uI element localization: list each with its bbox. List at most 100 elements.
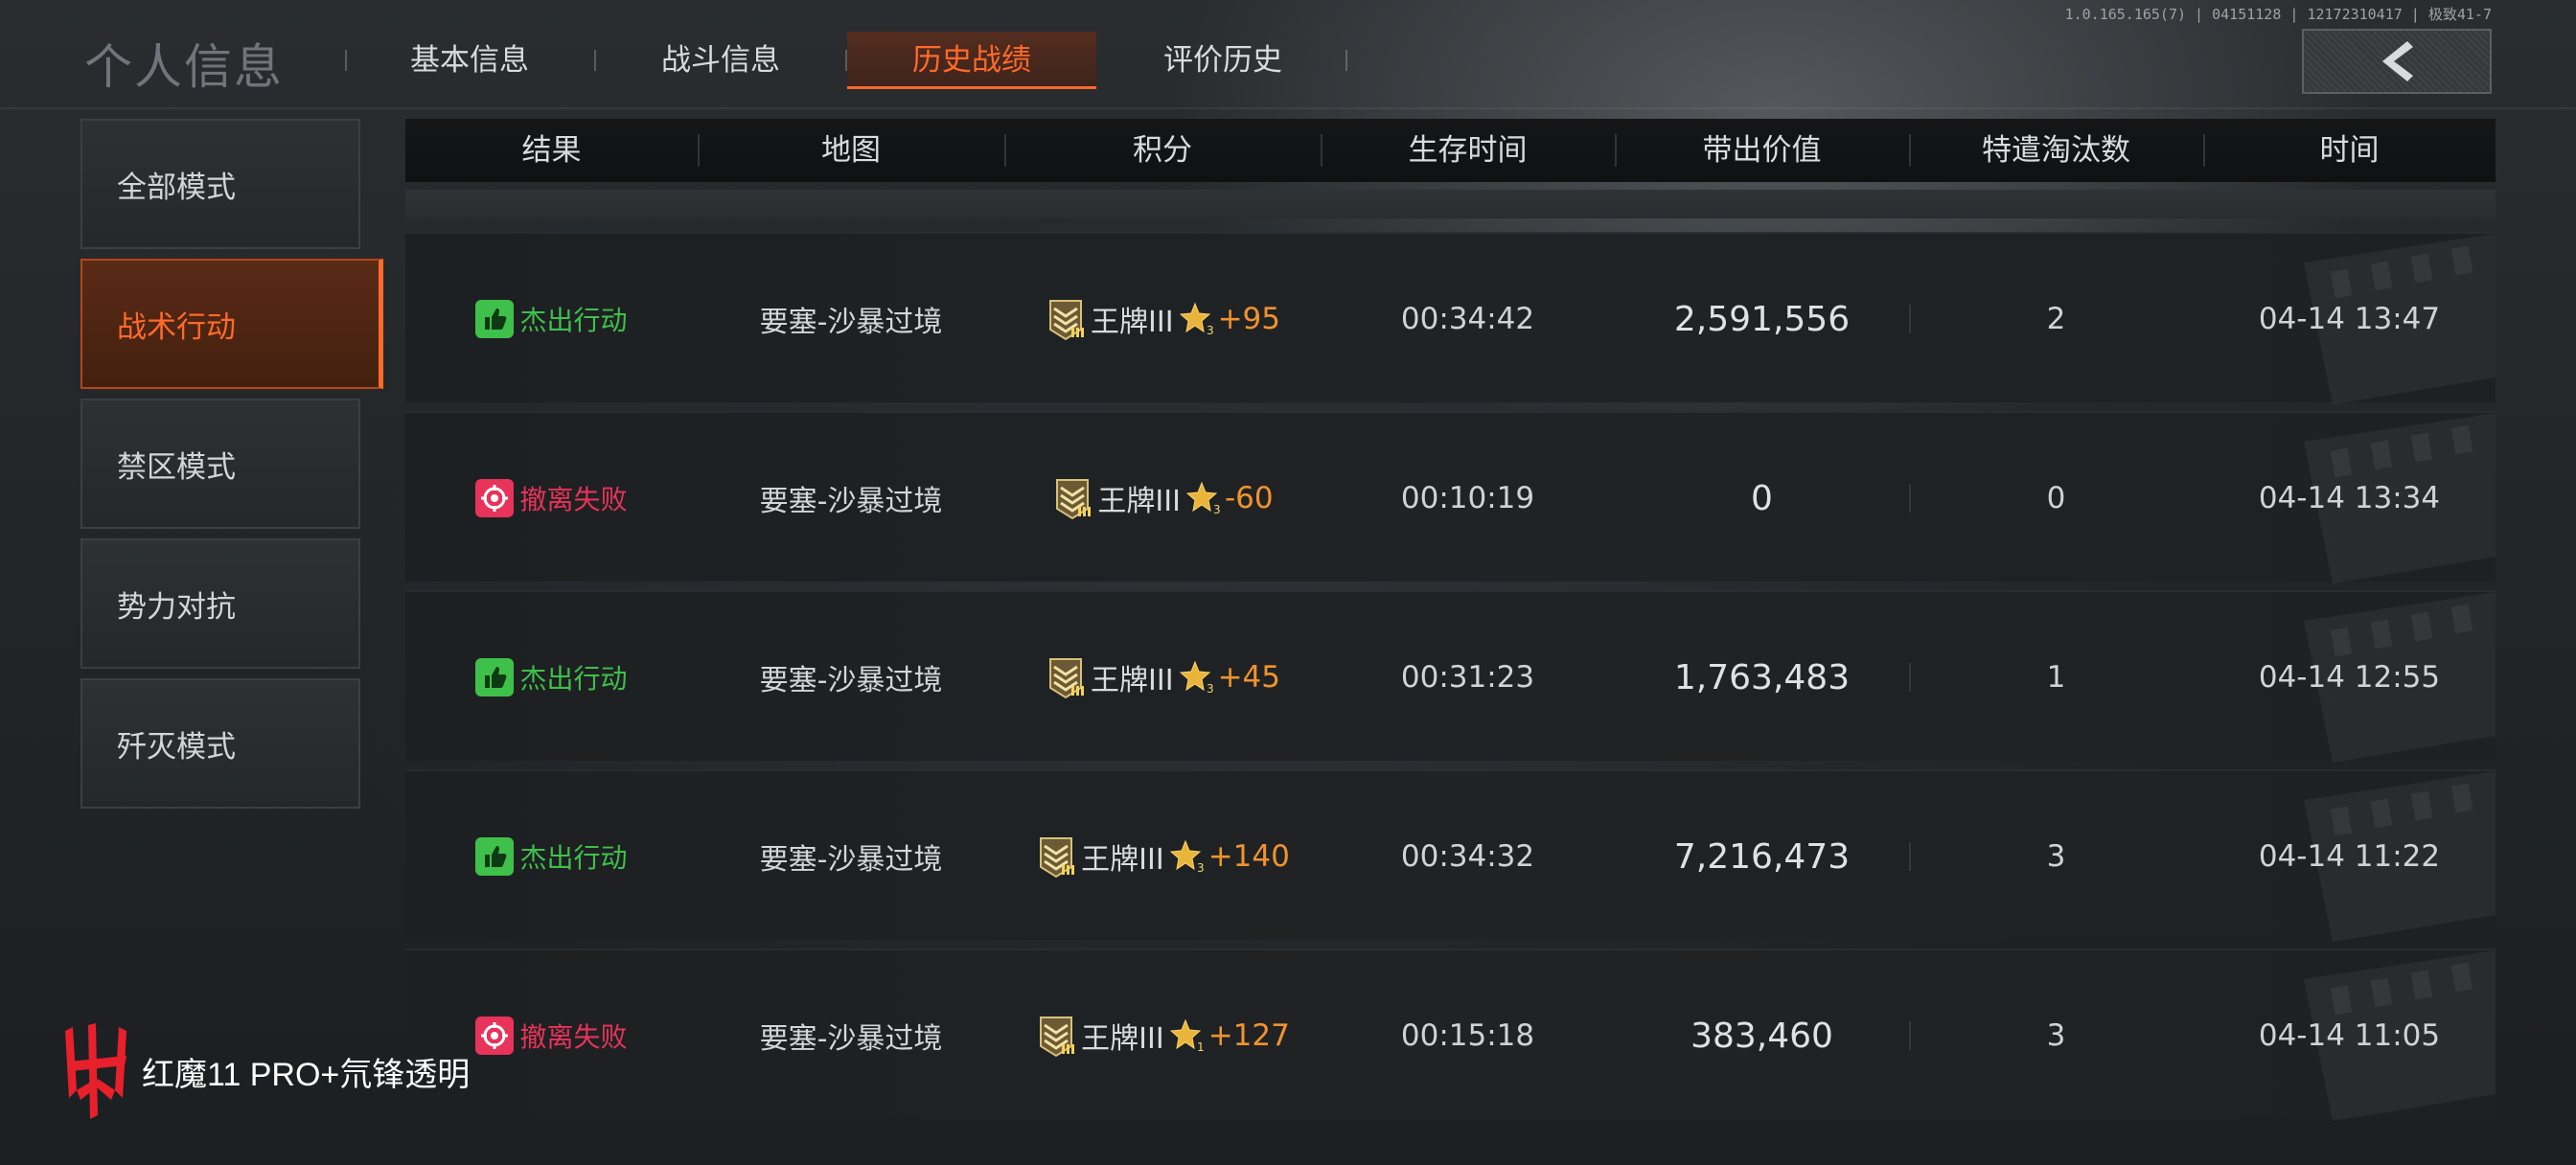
sidebar-item-restricted-zone[interactable]: 禁区模式 xyxy=(80,399,360,529)
eliminations: 0 xyxy=(2046,481,2066,515)
survival-time: 00:34:32 xyxy=(1400,839,1535,874)
column-header-eliminations: 特遣淘汰数 xyxy=(1982,133,2130,168)
rank-name: 王牌III xyxy=(1097,485,1181,518)
time-cell: 04-14 11:05 xyxy=(2203,950,2496,1121)
sidebar-item-label: 势力对抗 xyxy=(117,589,236,625)
sidebar-item-annihilation[interactable]: 歼灭模式 xyxy=(80,678,360,809)
extracted-value-cell: 383,460 xyxy=(1615,950,1909,1121)
watermark-text: 红魔11 PRO+氘锋透明 xyxy=(142,1056,471,1093)
top-bar: 个人信息 基本信息 战斗信息 历史战绩 评价历史 1.0.165.165(7) … xyxy=(0,0,2576,109)
eliminations: 3 xyxy=(2046,1018,2066,1053)
score-delta: +95 xyxy=(1217,302,1280,336)
sidebar-item-label: 全部模式 xyxy=(117,170,236,205)
result-label: 撤离失败 xyxy=(519,484,628,515)
survival-time-cell: 00:31:23 xyxy=(1321,592,1615,763)
table-row[interactable]: 撤离失败 要塞-沙暴过境 王牌III 1 +127 00:15:18 383,4… xyxy=(405,948,2496,1121)
score-delta: +140 xyxy=(1208,839,1290,874)
table-row[interactable]: 杰出行动 要塞-沙暴过境 王牌III 3 +95 00:34:42 2,591,… xyxy=(405,232,2496,404)
star-level: 3 xyxy=(1197,861,1205,874)
result-label: 杰出行动 xyxy=(519,663,628,695)
time-cell: 04-14 12:55 xyxy=(2203,592,2496,763)
column-header-result: 结果 xyxy=(521,133,582,168)
sidebar-item-all-modes[interactable]: 全部模式 xyxy=(80,119,360,249)
target-icon xyxy=(475,1017,515,1055)
sidebar-item-label: 战术行动 xyxy=(117,309,236,345)
extracted-value: 7,216,473 xyxy=(1673,836,1851,877)
star-level: 3 xyxy=(1213,503,1221,515)
table-divider xyxy=(405,190,2496,218)
result-label: 杰出行动 xyxy=(519,842,628,874)
tab-history-record[interactable]: 历史战绩 xyxy=(847,32,1096,89)
column-header-extracted-value: 带出价值 xyxy=(1702,133,1822,168)
eliminations-cell: 0 xyxy=(1909,413,2203,583)
star-icon: 3 xyxy=(1169,839,1205,874)
extracted-value: 1,763,483 xyxy=(1673,657,1851,697)
survival-time-cell: 00:34:42 xyxy=(1321,234,1615,404)
score-delta: +127 xyxy=(1208,1018,1290,1053)
rank-badge-icon xyxy=(1049,658,1085,699)
sidebar-item-faction-battle[interactable]: 势力对抗 xyxy=(80,538,360,669)
column-header-map: 地图 xyxy=(821,133,881,168)
map-cell: 要塞-沙暴过境 xyxy=(698,592,1004,763)
back-button[interactable] xyxy=(2302,29,2492,94)
tab-battle-info[interactable]: 战斗信息 xyxy=(596,32,845,89)
map-cell: 要塞-沙暴过境 xyxy=(698,413,1004,583)
extracted-value-cell: 7,216,473 xyxy=(1615,771,1909,942)
column-header-survival-time: 生存时间 xyxy=(1408,133,1528,168)
extracted-value: 383,460 xyxy=(1690,1016,1833,1056)
tab-basic-info[interactable]: 基本信息 xyxy=(345,32,594,89)
map-cell: 要塞-沙暴过境 xyxy=(698,234,1004,404)
version-info: 1.0.165.165(7) | 04151128 | 12172310417 … xyxy=(2064,6,2492,23)
match-time: 04-14 12:55 xyxy=(2258,660,2441,695)
sidebar-item-label: 歼灭模式 xyxy=(117,729,236,765)
thumbs-up-icon xyxy=(475,658,515,697)
star-icon: 3 xyxy=(1185,481,1221,515)
eliminations-cell: 2 xyxy=(1909,234,2203,404)
sidebar-item-tactical-ops[interactable]: 战术行动 xyxy=(80,259,383,389)
map-name: 要塞-沙暴过境 xyxy=(759,843,943,877)
survival-time: 00:10:19 xyxy=(1400,481,1535,515)
tab-separator xyxy=(1346,50,1347,71)
table-row[interactable]: 杰出行动 要塞-沙暴过境 王牌III 3 +45 00:31:23 1,763,… xyxy=(405,590,2496,763)
table-header: 结果 地图 积分 生存时间 带出价值 特遣淘汰数 时间 xyxy=(405,119,2496,182)
score-delta: -60 xyxy=(1224,481,1274,515)
eliminations: 3 xyxy=(2046,839,2066,874)
table-row[interactable]: 杰出行动 要塞-沙暴过境 王牌III 3 +140 00:34:32 7,216… xyxy=(405,769,2496,942)
extracted-value-cell: 2,591,556 xyxy=(1615,234,1909,404)
score-cell: 王牌III 3 +45 xyxy=(1004,592,1321,763)
score-delta: +45 xyxy=(1217,660,1280,695)
rank-badge-icon xyxy=(1049,300,1085,341)
time-cell: 04-14 13:47 xyxy=(2203,234,2496,404)
star-level: 3 xyxy=(1207,682,1214,695)
rank-name: 王牌III xyxy=(1091,306,1174,339)
survival-time: 00:31:23 xyxy=(1400,660,1535,695)
rank-name: 王牌III xyxy=(1081,1022,1164,1056)
match-time: 04-14 11:22 xyxy=(2258,839,2441,874)
eliminations-cell: 1 xyxy=(1909,592,2203,763)
device-watermark: 红魔11 PRO+氘锋透明 xyxy=(59,1023,470,1119)
map-cell: 要塞-沙暴过境 xyxy=(698,771,1004,942)
table-row[interactable]: 撤离失败 要塞-沙暴过境 王牌III 3 -60 00:10:19 0 0 04… xyxy=(405,411,2496,583)
red-magic-logo-icon xyxy=(65,1023,126,1119)
survival-time-cell: 00:15:18 xyxy=(1321,950,1615,1121)
match-time: 04-14 11:05 xyxy=(2258,1018,2441,1053)
result-cell: 撤离失败 xyxy=(405,413,698,583)
result-cell: 杰出行动 xyxy=(405,771,698,942)
map-name: 要塞-沙暴过境 xyxy=(759,485,943,518)
thumbs-up-icon xyxy=(475,837,515,876)
tab-review-history[interactable]: 评价历史 xyxy=(1098,32,1347,89)
map-name: 要塞-沙暴过境 xyxy=(759,1022,943,1056)
rank-badge-icon xyxy=(1040,1017,1075,1058)
extracted-value: 0 xyxy=(1751,478,1773,518)
star-level: 1 xyxy=(1197,1040,1205,1053)
eliminations: 1 xyxy=(2046,660,2066,695)
map-cell: 要塞-沙暴过境 xyxy=(698,950,1004,1121)
extracted-value-cell: 1,763,483 xyxy=(1615,592,1909,763)
score-cell: 王牌III 3 +140 xyxy=(1004,771,1321,942)
extracted-value-cell: 0 xyxy=(1615,413,1909,583)
rank-badge-icon xyxy=(1056,479,1092,520)
page-title: 个人信息 xyxy=(84,39,284,95)
survival-time-cell: 00:34:32 xyxy=(1321,771,1615,942)
rank-name: 王牌III xyxy=(1081,843,1164,877)
score-cell: 王牌III 3 +95 xyxy=(1004,234,1321,404)
